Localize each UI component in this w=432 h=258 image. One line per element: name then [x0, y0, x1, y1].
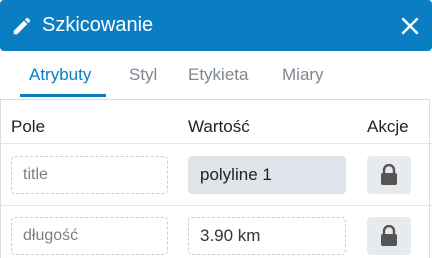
header-divider	[0, 143, 432, 144]
lock-icon	[381, 225, 397, 246]
lock-button[interactable]	[367, 156, 411, 194]
row-divider	[0, 205, 432, 206]
field-name-input[interactable]: title	[11, 156, 168, 194]
lock-button[interactable]	[367, 217, 411, 255]
column-header-value: Wartość	[188, 117, 250, 136]
sketch-panel: Szkicowanie Atrybuty Styl Etykieta Miary…	[0, 0, 432, 258]
column-header-field: Pole	[11, 117, 46, 136]
field-name-input[interactable]: długość	[11, 217, 168, 255]
pencil-icon	[13, 17, 31, 35]
lock-icon	[381, 164, 397, 185]
close-icon[interactable]	[400, 16, 420, 36]
tab-bar: Atrybuty Styl Etykieta Miary	[0, 51, 432, 99]
panel-title: Szkicowanie	[42, 14, 154, 36]
tab-styl[interactable]: Styl	[129, 65, 157, 85]
tab-etykieta[interactable]: Etykieta	[188, 65, 248, 85]
column-header-actions: Akcje	[367, 117, 409, 136]
panel-header: Szkicowanie	[0, 0, 432, 51]
field-value-input[interactable]: 3.90 km	[188, 217, 346, 255]
active-tab-indicator	[20, 94, 106, 97]
field-value-input: polyline 1	[188, 156, 346, 194]
tab-atrybuty[interactable]: Atrybuty	[29, 65, 91, 85]
tab-miary[interactable]: Miary	[282, 65, 324, 85]
